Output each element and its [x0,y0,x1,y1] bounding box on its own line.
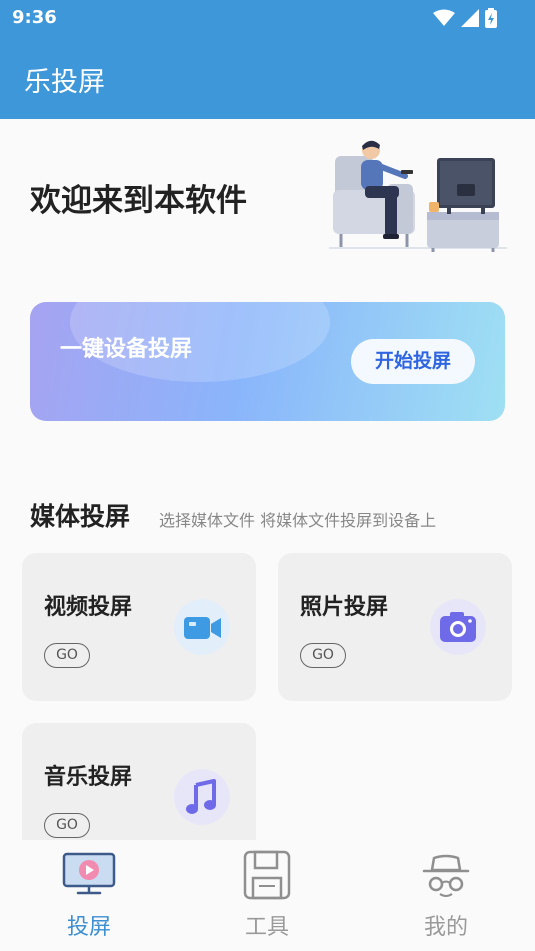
go-button[interactable]: GO [44,643,90,668]
music-note-icon [174,769,230,825]
floppy-disk-icon [243,850,291,900]
signal-icon [461,9,479,27]
media-section-title: 媒体投屏 [30,502,131,531]
tab-tools[interactable]: 工具 [207,840,327,951]
app-bar: 乐投屏 [0,36,535,119]
card-title: 音乐投屏 [44,765,133,790]
video-camera-icon [174,599,230,655]
quick-cast-banner[interactable]: 一键设备投屏 开始投屏 [30,302,505,421]
tab-mine[interactable]: 我的 [386,840,506,951]
tab-cast[interactable]: 投屏 [29,840,149,951]
status-bar: 9:36 [0,0,535,36]
start-cast-button[interactable]: 开始投屏 [351,339,475,384]
battery-charging-icon [485,8,497,28]
tab-label: 投屏 [66,915,111,940]
tab-label: 我的 [423,915,468,940]
status-time: 9:36 [12,7,57,28]
tab-label: 工具 [244,915,289,940]
go-button[interactable]: GO [300,643,346,668]
video-cast-card[interactable]: 视频投屏 GO [22,553,256,701]
app-title: 乐投屏 [24,67,105,98]
card-title: 视频投屏 [44,595,133,620]
photo-camera-icon [430,599,486,655]
card-title: 照片投屏 [300,595,389,620]
photo-cast-card[interactable]: 照片投屏 GO [278,553,512,701]
hero-illustration [329,140,507,252]
bottom-tab-bar: 投屏 工具 我的 [0,840,535,951]
monitor-play-icon [62,852,116,895]
go-button[interactable]: GO [44,813,90,838]
spy-hat-glasses-icon [422,854,470,897]
banner-label: 一键设备投屏 [60,337,193,362]
welcome-heading: 欢迎来到本软件 [30,183,247,219]
wifi-icon [433,9,455,26]
status-icons [433,8,497,28]
media-section-subtitle: 选择媒体文件 将媒体文件投屏到设备上 [159,511,437,530]
